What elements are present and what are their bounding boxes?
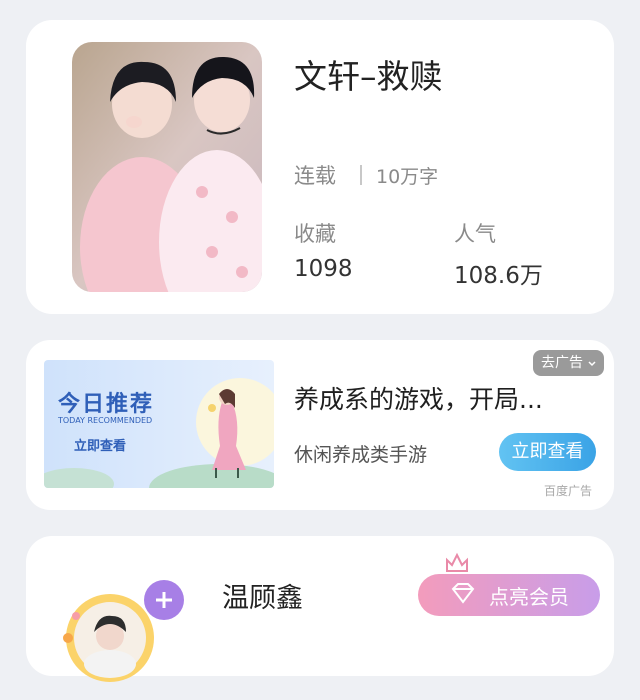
banner-headline: 今日推荐 — [58, 392, 155, 417]
book-title: 文轩–救赎 — [294, 57, 443, 96]
banner-subheadline: TODAY RECOMMENDED — [58, 416, 153, 425]
ad-title[interactable]: 养成系的游戏，开局... — [294, 380, 543, 416]
activate-vip-button[interactable]: 点亮会员 — [418, 574, 600, 616]
remove-ad-button[interactable]: 去广告 — [533, 350, 604, 376]
chevron-down-icon — [588, 350, 596, 376]
ad-subtitle: 休闲养成类手游 — [294, 444, 428, 466]
ad-source-label: 百度广告 — [543, 484, 592, 498]
ad-card[interactable]: 今日推荐 TODAY RECOMMENDED 立即查看 去广告 养成系的游戏，开… — [26, 340, 614, 510]
popularity-label: 人气 — [454, 222, 496, 246]
serial-status: 连载 — [294, 164, 336, 188]
author-name: 温顾鑫 — [222, 583, 303, 614]
book-cover-image[interactable] — [72, 42, 262, 292]
divider — [360, 165, 362, 185]
vip-button-label: 点亮会员 — [489, 584, 569, 609]
word-count: 10万字 — [376, 166, 439, 188]
banner-cta: 立即查看 — [74, 439, 127, 454]
remove-ad-label: 去广告 — [541, 355, 583, 371]
follow-plus-button[interactable] — [144, 580, 184, 620]
plus-icon — [156, 592, 172, 608]
ad-banner-image[interactable]: 今日推荐 TODAY RECOMMENDED 立即查看 — [44, 360, 274, 488]
diamond-icon — [449, 582, 477, 609]
author-card: 温顾鑫 点亮会员 — [26, 536, 614, 682]
ad-view-now-button[interactable]: 立即查看 — [499, 433, 596, 471]
favorites-count: 1098 — [294, 256, 353, 282]
popularity-count: 108.6万 — [454, 263, 543, 289]
book-info-card: 文轩–救赎 连载 10万字 收藏 1098 人气 108.6万 — [26, 20, 614, 314]
favorites-label: 收藏 — [294, 222, 336, 246]
